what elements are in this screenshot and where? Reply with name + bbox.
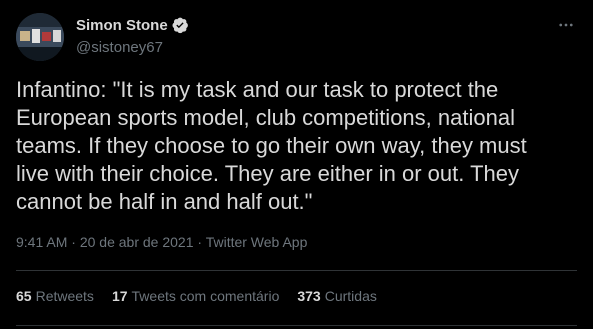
tweet-source[interactable]: Twitter Web App [206, 234, 308, 250]
tweet-text: Infantino: "It is my task and our task t… [16, 77, 527, 214]
avatar-image [16, 13, 64, 61]
likes-count: 373 [297, 288, 321, 304]
divider [16, 270, 577, 271]
more-horizontal-icon[interactable] [553, 12, 579, 38]
tweet-time[interactable]: 9:41 AM [16, 234, 67, 250]
quote-tweets-label: Tweets com comentário [131, 288, 280, 304]
likes-label: Curtidas [324, 288, 377, 304]
meta-separator: · [71, 234, 76, 250]
meta-separator: · [197, 234, 203, 250]
retweets-count: 65 [16, 288, 32, 304]
author-handle[interactable]: @sistoney67 [76, 39, 189, 56]
author-name-row: Simon Stone [76, 14, 189, 36]
author-display-name[interactable]: Simon Stone [76, 17, 168, 34]
verified-badge-icon [171, 16, 189, 34]
quote-tweets-stat[interactable]: 17 Tweets com comentário [112, 288, 279, 304]
avatar[interactable] [16, 13, 64, 61]
retweets-stat[interactable]: 65 Retweets [16, 288, 94, 304]
quote-tweets-count: 17 [111, 288, 128, 304]
divider [16, 325, 577, 326]
likes-stat[interactable]: 373 Curtidas [297, 288, 377, 304]
tweet-card: Simon Stone @sistoney67 Infantino: "It i… [0, 0, 593, 329]
tweet-stats: 65 Retweets 17 Tweets com comentário 373… [16, 288, 395, 304]
tweet-meta: 9:41 AM · 20 de abr de 2021 · Twitter We… [16, 234, 307, 250]
author-block: Simon Stone @sistoney67 [76, 14, 189, 56]
tweet-date[interactable]: 20 de abr de 2021 [80, 234, 194, 250]
retweets-label: Retweets [35, 288, 94, 304]
